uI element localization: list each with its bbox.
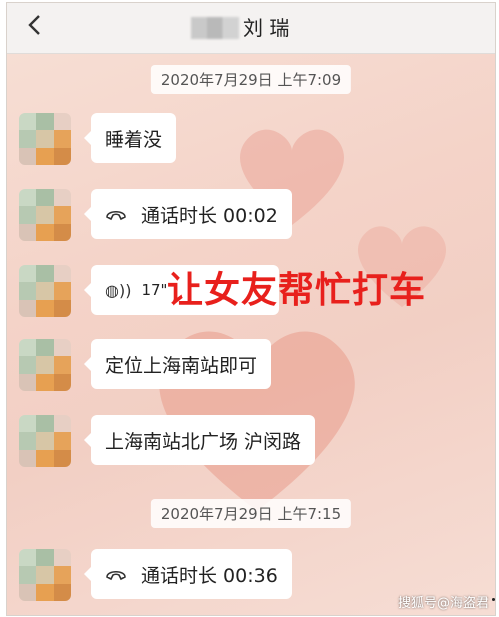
call-duration-text: 通话时长 00:02 xyxy=(141,204,278,227)
call-duration-text: 通话时长 00:36 xyxy=(141,564,278,587)
chat-header: 刘 瑞 xyxy=(7,3,495,54)
overlay-caption: 让女友帮忙打车 xyxy=(167,270,427,311)
avatar[interactable] xyxy=(19,189,71,241)
call-bubble[interactable]: 通话时长 00:02 xyxy=(84,189,292,239)
voice-duration-text: 17" xyxy=(141,281,168,299)
avatar[interactable] xyxy=(19,113,71,165)
watermark: 搜狐号@海盗君 xyxy=(397,596,489,611)
voice-icon: ◍)) xyxy=(105,280,132,300)
phone-icon xyxy=(106,570,126,581)
timestamp: 2020年7月29日 上午7:15 xyxy=(150,499,352,528)
message-text: 睡着没 xyxy=(105,128,163,151)
heart-decoration xyxy=(159,331,355,511)
timestamp: 2020年7月29日 上午7:09 xyxy=(150,65,352,94)
blurred-name xyxy=(191,17,239,39)
chat-window: 刘 瑞 2020年7月29日 上午7:09 睡着没 通话时长 00:02 ◍))… xyxy=(6,2,496,616)
dot-mark xyxy=(492,598,495,601)
avatar[interactable] xyxy=(19,415,71,467)
call-bubble[interactable]: 通话时长 00:36 xyxy=(84,549,292,599)
avatar[interactable] xyxy=(19,549,71,601)
message-bubble[interactable]: 定位上海南站即可 xyxy=(83,339,272,389)
contact-name: 刘 瑞 xyxy=(243,16,290,40)
message-text: 定位上海南站即可 xyxy=(105,354,258,377)
message-bubble[interactable]: 上海南站北广场 沪闵路 xyxy=(83,415,316,465)
phone-icon xyxy=(106,210,126,221)
avatar[interactable] xyxy=(19,265,71,317)
avatar[interactable] xyxy=(19,339,71,391)
message-text: 上海南站北广场 沪闵路 xyxy=(105,430,302,453)
message-bubble[interactable]: 睡着没 xyxy=(83,113,177,163)
chevron-left-icon[interactable] xyxy=(19,13,49,43)
